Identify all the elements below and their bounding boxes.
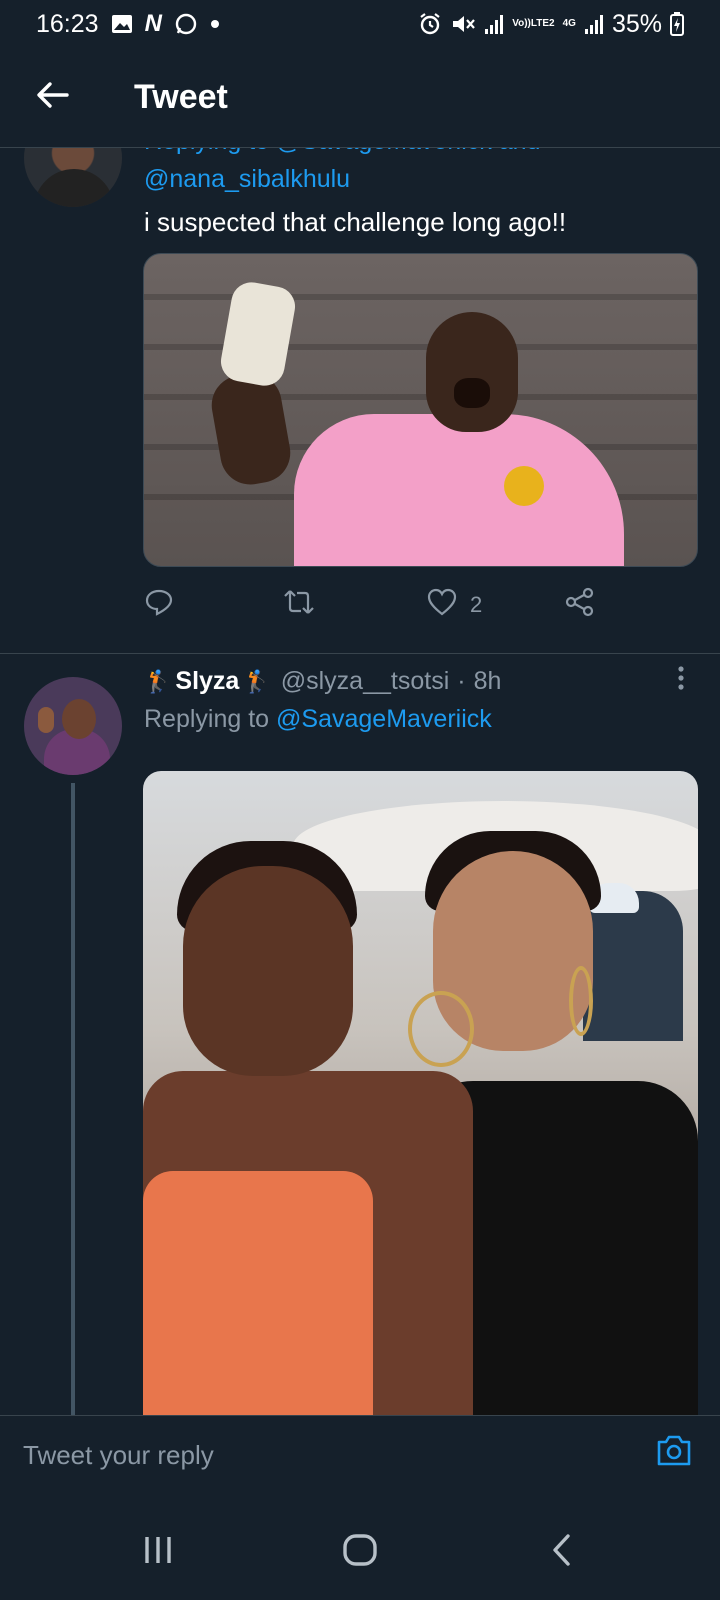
camera-button[interactable] (654, 1432, 694, 1472)
heart-icon (426, 587, 458, 623)
home-icon (342, 1533, 378, 1572)
camera-icon (655, 1432, 693, 1473)
top-app-bar: Tweet (0, 48, 720, 148)
battery-percent: 35% (611, 9, 662, 38)
status-time: 16:23 (36, 9, 99, 38)
like-count: 2 (470, 592, 483, 617)
reply-input[interactable] (23, 1432, 643, 1478)
reply-composer (0, 1415, 720, 1501)
arrow-left-icon (35, 80, 69, 115)
alarm-icon (418, 12, 442, 36)
signal-icon-2 (584, 13, 604, 35)
reply-button[interactable] (144, 583, 174, 627)
display-name[interactable]: Slyza (175, 667, 239, 696)
whatsapp-icon (174, 12, 198, 36)
battery-charging-icon (670, 12, 684, 36)
chevron-left-icon (550, 1533, 574, 1572)
tweet-image[interactable] (143, 771, 698, 1415)
tweet-actions: 2 (144, 583, 614, 627)
lte-text: LTE2 (530, 18, 555, 29)
tweet-screen: 16:23 N Vo)) LTE2 4G 35% @nana_sibalkhul… (0, 0, 720, 1600)
more-options-button[interactable] (666, 665, 696, 695)
n-notification-icon: N (144, 10, 162, 37)
system-nav-bar (0, 1500, 720, 1600)
retweet-button[interactable] (282, 583, 316, 627)
recent-apps-icon (141, 1534, 175, 1571)
page-title: Tweet (134, 78, 228, 116)
tweet-card-1[interactable]: Replying to @SavageMaveriick and @nana_s… (0, 109, 720, 654)
user-handle[interactable]: @slyza__tsotsi (281, 667, 450, 696)
reply-icon (144, 587, 174, 623)
signal-icon (484, 13, 504, 35)
replying-to-text: Replying to @SavageMaveriick (144, 705, 492, 734)
volte-text: Vo)) (512, 18, 531, 29)
system-back-button[interactable] (532, 1530, 592, 1574)
tweet-time: 8h (473, 667, 502, 695)
tweet-author-line: 🏌 Slyza 🏌 @slyza__tsotsi · 8h (144, 667, 501, 696)
recent-apps-button[interactable] (128, 1530, 188, 1574)
status-bar: 16:23 N Vo)) LTE2 4G 35% (0, 0, 720, 48)
like-button[interactable]: 2 (426, 583, 482, 627)
more-vertical-icon (677, 665, 685, 696)
gallery-icon (111, 14, 133, 34)
replying-prefix: Replying to (144, 705, 270, 733)
tweet-card-2[interactable]: 🏌 Slyza 🏌 @slyza__tsotsi · 8h Replying t… (0, 655, 720, 1423)
volte-label: Vo)) LTE2 (512, 19, 554, 29)
back-button[interactable] (22, 68, 82, 128)
tweet-image[interactable] (143, 253, 698, 567)
separator-dot: · (457, 667, 466, 695)
mention-link[interactable]: @nana_sibalkhulu (144, 165, 350, 194)
golfer-emoji: 🏌 (144, 668, 172, 694)
home-button[interactable] (330, 1530, 390, 1574)
retweet-icon (282, 587, 316, 623)
tweet-text: i suspected that challenge long ago!! (144, 207, 567, 237)
dot-icon (210, 19, 220, 29)
network-type: 4G (562, 18, 576, 29)
share-icon (564, 587, 596, 623)
mention-link[interactable]: @SavageMaveriick (276, 705, 492, 733)
mute-icon (450, 12, 476, 36)
thread-line (71, 783, 75, 1423)
avatar[interactable] (24, 677, 122, 775)
share-button[interactable] (564, 583, 596, 627)
golfer-emoji-2: 🏌 (243, 668, 271, 694)
